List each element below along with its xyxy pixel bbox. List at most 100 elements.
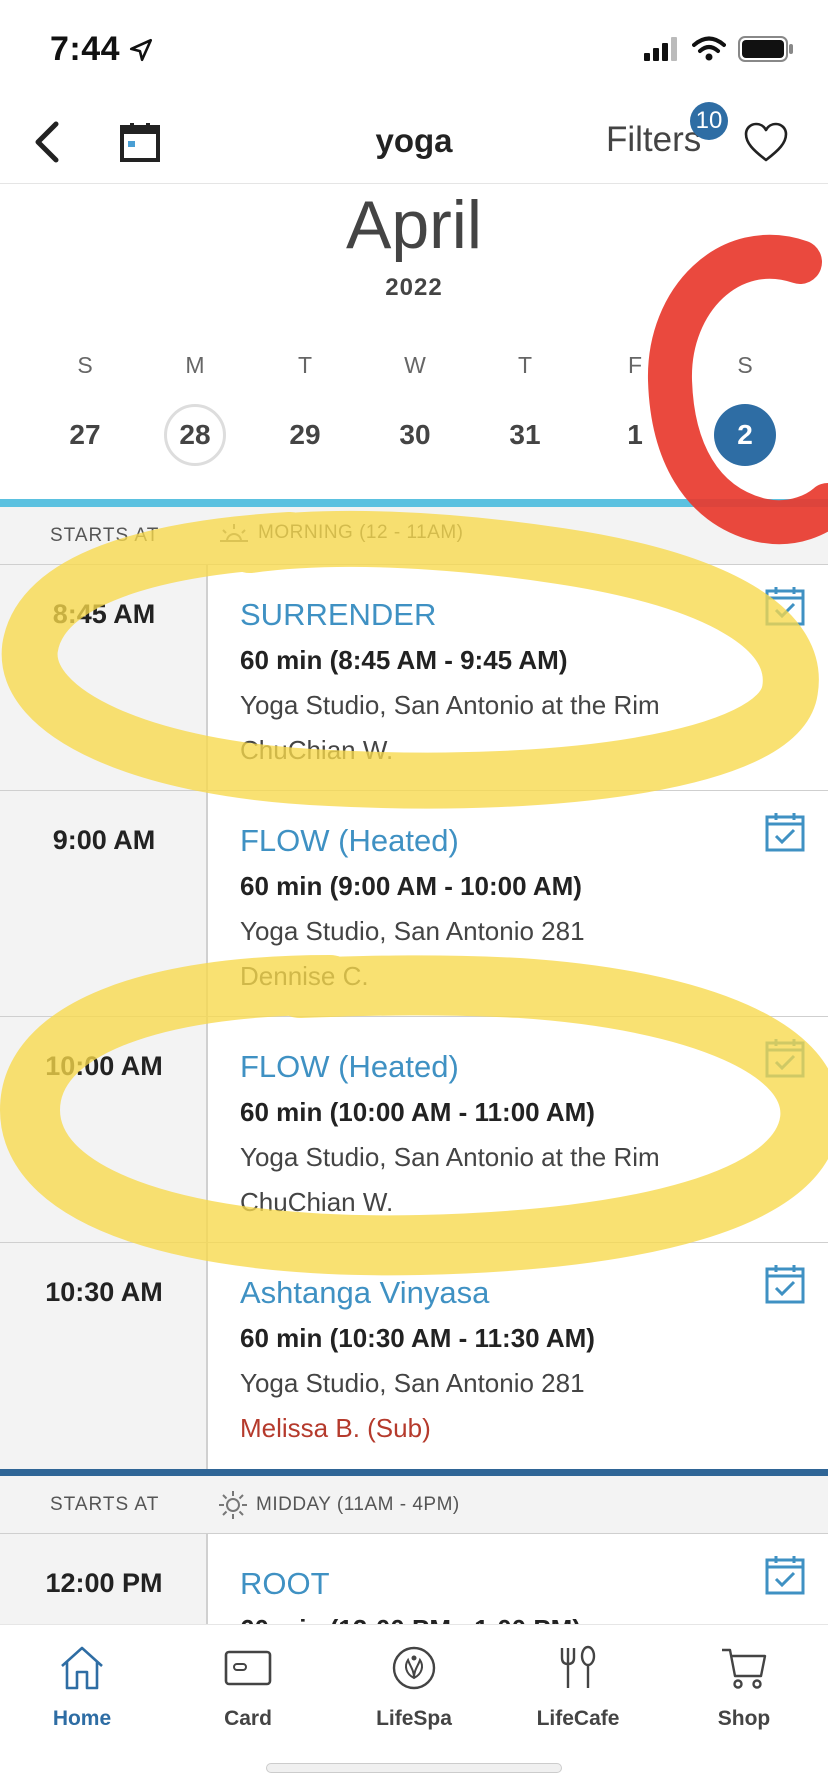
time-column: 10:30 AM [0, 1243, 208, 1469]
class-row[interactable]: 12:00 PM ROOT 60 min (12:00 PM - 1:00 PM… [0, 1534, 828, 1624]
class-location: Yoga Studio, San Antonio 281 [240, 1368, 585, 1398]
class-row[interactable]: 8:45 AM SURRENDER 60 min (8:45 AM - 9:45… [0, 565, 828, 791]
add-to-calendar-icon[interactable] [764, 811, 806, 853]
cart-icon [722, 1648, 767, 1689]
tab-lifecafe[interactable]: LifeCafe [513, 1641, 643, 1731]
start-time: 10:00 AM [45, 1051, 163, 1081]
status-time-group: 7:44 [50, 30, 154, 69]
weekday-label: M [185, 352, 205, 378]
add-to-calendar-icon[interactable] [764, 1554, 806, 1596]
class-row[interactable]: 10:00 AM FLOW (Heated) 60 min (10:00 AM … [0, 1017, 828, 1243]
class-name[interactable]: Ashtanga Vinyasa [240, 1275, 748, 1311]
class-name[interactable]: FLOW (Heated) [240, 1049, 748, 1085]
year-label: 2022 [385, 274, 443, 301]
period-text: MORNING (12 - 11AM) [258, 522, 464, 543]
time-column: 8:45 AM [0, 565, 208, 790]
period-label: MORNING (12 - 11AM) [218, 521, 464, 545]
day-number: 1 [627, 419, 643, 450]
day-cell[interactable]: 1 [580, 404, 690, 466]
class-duration: 60 min (10:30 AM - 11:30 AM) [240, 1323, 595, 1353]
tab-icon-wrap [17, 1641, 147, 1695]
day-cell[interactable]: 27 [30, 404, 140, 466]
class-duration: 60 min (9:00 AM - 10:00 AM) [240, 871, 582, 901]
class-name[interactable]: ROOT [240, 1566, 748, 1602]
day-number: 29 [289, 419, 321, 450]
section-header-morning: STARTS AT MORNING (12 - 11AM) [0, 507, 828, 565]
weekday-header-row: S M T W T F S [30, 352, 800, 379]
tab-icon-wrap [513, 1641, 643, 1695]
battery-icon [738, 36, 793, 62]
heart-icon [744, 122, 788, 162]
class-name[interactable]: SURRENDER [240, 597, 748, 633]
tab-label: LifeCafe [536, 1707, 620, 1730]
weekday-label: T [297, 352, 313, 378]
add-to-calendar-icon[interactable] [764, 585, 806, 627]
calendar-button[interactable] [112, 114, 168, 170]
day-cell-today[interactable]: 28 [140, 404, 250, 466]
favorites-button[interactable] [738, 116, 794, 168]
filter-count-badge: 10 [690, 102, 728, 140]
class-name[interactable]: FLOW (Heated) [240, 823, 748, 859]
sun-icon [219, 1491, 247, 1519]
day-number: 27 [69, 419, 101, 450]
day-number: 30 [399, 419, 431, 450]
period-text: MIDDAY (11AM - 4PM) [256, 1494, 460, 1515]
tab-home[interactable]: Home [17, 1641, 147, 1731]
day-number: 2 [714, 404, 776, 466]
tab-label: Card [224, 1707, 272, 1730]
class-instructor: Dennise C. [240, 961, 369, 991]
weekday-label: F [627, 352, 643, 378]
nav-bar: yoga Filters 10 [0, 100, 828, 184]
day-cell[interactable]: 31 [470, 404, 580, 466]
fork-spoon-icon [560, 1645, 596, 1688]
card-icon [224, 1650, 272, 1686]
section-header-midday: STARTS AT MIDDAY (11AM - 4PM) [0, 1476, 828, 1534]
class-info: SURRENDER 60 min (8:45 AM - 9:45 AM) Yog… [240, 597, 748, 766]
week-day-picker: 27 28 29 30 31 1 2 [30, 404, 800, 466]
tab-lifespa[interactable]: LifeSpa [349, 1641, 479, 1731]
filters-button[interactable]: Filters [606, 120, 701, 160]
calendar-underline [0, 499, 828, 507]
weekday-label: T [517, 352, 533, 378]
class-instructor: ChuChian W. [240, 735, 394, 765]
month-label: April [345, 187, 483, 263]
day-cell[interactable]: 30 [360, 404, 470, 466]
status-bar: 7:44 [0, 0, 828, 100]
chevron-left-icon [35, 121, 59, 163]
time-column: 12:00 PM [0, 1534, 208, 1624]
tab-icon-wrap [679, 1641, 809, 1695]
location-arrow-icon [130, 38, 153, 61]
weekday-label: S [77, 352, 93, 378]
weekday-label: S [737, 352, 753, 378]
tab-label: Home [52, 1707, 112, 1730]
tab-label: Shop [717, 1707, 771, 1730]
home-icon [61, 1646, 103, 1690]
class-info: Ashtanga Vinyasa 60 min (10:30 AM - 11:3… [240, 1275, 748, 1444]
tab-card[interactable]: Card [183, 1641, 313, 1731]
class-location: Yoga Studio, San Antonio at the Rim [240, 1142, 660, 1172]
day-cell-selected[interactable]: 2 [690, 404, 800, 466]
class-info: FLOW (Heated) 60 min (9:00 AM - 10:00 AM… [240, 823, 748, 992]
start-time: 12:00 PM [45, 1568, 163, 1598]
class-location: Yoga Studio, San Antonio 281 [240, 916, 585, 946]
period-label: MIDDAY (11AM - 4PM) [218, 1490, 460, 1520]
class-location: Yoga Studio, San Antonio at the Rim [240, 690, 660, 720]
time-column: 10:00 AM [0, 1017, 208, 1242]
status-indicators [644, 36, 794, 62]
tab-shop[interactable]: Shop [679, 1641, 809, 1731]
day-cell[interactable]: 29 [250, 404, 360, 466]
add-to-calendar-icon[interactable] [764, 1263, 806, 1305]
class-duration: 60 min (12:00 PM - 1:00 PM) [240, 1614, 748, 1624]
day-number: 28 [164, 404, 226, 466]
time-column: 9:00 AM [0, 791, 208, 1016]
add-to-calendar-icon[interactable] [764, 1037, 806, 1079]
calendar-icon [120, 123, 160, 162]
back-button[interactable] [22, 114, 72, 170]
start-time: 10:30 AM [45, 1277, 163, 1307]
tab-label: LifeSpa [376, 1707, 452, 1730]
class-row[interactable]: 10:30 AM Ashtanga Vinyasa 60 min (10:30 … [0, 1243, 828, 1469]
day-number: 31 [509, 419, 541, 450]
class-row[interactable]: 9:00 AM FLOW (Heated) 60 min (9:00 AM - … [0, 791, 828, 1017]
home-indicator [266, 1763, 562, 1773]
class-instructor: ChuChian W. [240, 1187, 394, 1217]
